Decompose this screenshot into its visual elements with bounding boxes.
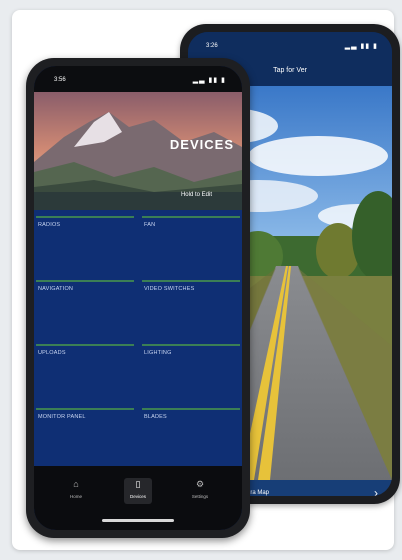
menu-item-label: VIDEO SWITCHES bbox=[144, 286, 195, 292]
hero-subtitle: Hold to Edit bbox=[180, 192, 212, 198]
chevron-right-icon[interactable]: › bbox=[374, 486, 378, 496]
hero-banner: DEVICES Hold to Edit bbox=[34, 92, 242, 210]
nav-label: Devices bbox=[129, 494, 146, 499]
divider bbox=[142, 408, 240, 410]
nav-devices[interactable]: ▯ Devices bbox=[124, 478, 152, 504]
menu-item-label: NAVIGATION bbox=[38, 286, 74, 292]
menu-item-video-switches[interactable]: VIDEO SWITCHES bbox=[142, 274, 240, 338]
divider bbox=[36, 216, 134, 218]
menu-item-label: FAN bbox=[144, 222, 156, 228]
menu-item-label: UPLOADS bbox=[38, 350, 66, 356]
bottom-nav: ⌂ Home ▯ Devices ⚙ Settings bbox=[34, 466, 242, 530]
menu-item-fan[interactable]: FAN bbox=[142, 210, 240, 274]
status-time: 3:56 bbox=[54, 77, 66, 83]
nav-settings[interactable]: ⚙ Settings bbox=[186, 478, 214, 504]
status-time: 3:26 bbox=[206, 43, 218, 49]
menu-item-label: RADIOS bbox=[38, 222, 61, 228]
divider bbox=[142, 216, 240, 218]
nav-label: Home bbox=[69, 494, 82, 499]
status-bar: 3:26 ▂▃ ▮▮ ▮ bbox=[188, 32, 392, 56]
front-phone-screen: 3:56 ▂▃ ▮▮ ▮ DEVICES Hold to Edit RADIOS… bbox=[34, 66, 242, 530]
menu-item-blades[interactable]: BLADES bbox=[142, 402, 240, 466]
menu-item-label: BLADES bbox=[144, 414, 167, 420]
status-indicators: ▂▃ ▮▮ ▮ bbox=[344, 43, 378, 50]
divider bbox=[142, 280, 240, 282]
menu-item-label: LIGHTING bbox=[144, 350, 172, 356]
divider bbox=[36, 344, 134, 346]
settings-icon: ⚙ bbox=[195, 479, 205, 489]
status-indicators: ▂▃ ▮▮ ▮ bbox=[192, 77, 226, 84]
devices-icon: ▯ bbox=[135, 479, 141, 489]
divider bbox=[36, 408, 134, 410]
menu-item-label: MONITOR PANEL bbox=[38, 414, 86, 420]
hero-title: DEVICES bbox=[169, 137, 234, 152]
nav-home[interactable]: ⌂ Home bbox=[62, 478, 90, 504]
home-indicator[interactable] bbox=[102, 519, 174, 522]
home-icon: ⌂ bbox=[73, 479, 79, 489]
menu-item-monitor-panel[interactable]: MONITOR PANEL bbox=[36, 402, 134, 466]
menu-item-uploads[interactable]: UPLOADS bbox=[36, 338, 134, 402]
status-bar: 3:56 ▂▃ ▮▮ ▮ bbox=[34, 66, 242, 92]
device-menu-grid: RADIOS FAN NAVIGATION VIDEO SWITCHES UPL… bbox=[34, 210, 242, 466]
front-phone: 3:56 ▂▃ ▮▮ ▮ DEVICES Hold to Edit RADIOS… bbox=[26, 58, 250, 538]
divider bbox=[142, 344, 240, 346]
menu-item-lighting[interactable]: LIGHTING bbox=[142, 338, 240, 402]
nav-label: Settings bbox=[191, 494, 209, 499]
menu-item-radios[interactable]: RADIOS bbox=[36, 210, 134, 274]
divider bbox=[36, 280, 134, 282]
menu-item-navigation[interactable]: NAVIGATION bbox=[36, 274, 134, 338]
